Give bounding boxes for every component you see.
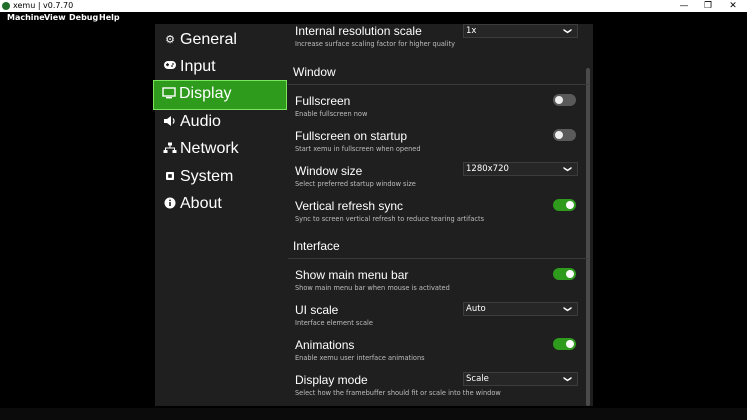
window-size-desc: Select preferred startup window size (295, 180, 416, 188)
sidebar-item-about[interactable]: About (155, 191, 287, 219)
resolution-scale-select[interactable]: 1x ❯ (463, 24, 578, 38)
sidebar-item-display[interactable]: Display (153, 80, 287, 110)
chevron-down-icon: ❯ (563, 375, 573, 383)
resolution-scale-desc: Increase surface scaling factor for high… (295, 40, 456, 48)
title-bar: xemu | v0.7.70 — ❐ ✕ (0, 0, 747, 12)
fullscreen-startup-toggle[interactable] (553, 129, 576, 141)
ui-scale-label: UI scale (295, 303, 339, 317)
menu-view[interactable]: View (44, 12, 66, 24)
sidebar-item-input[interactable]: Input (155, 54, 287, 82)
resolution-scale-value: 1x (466, 26, 477, 36)
fullscreen-label: Fullscreen (295, 94, 351, 108)
main-menu-bar-toggle[interactable] (553, 268, 576, 280)
menu-machine[interactable]: Machine (7, 12, 45, 24)
sidebar-item-system[interactable]: System (155, 164, 287, 192)
ui-scale-select[interactable]: Auto ❯ (463, 302, 578, 316)
fullscreen-toggle[interactable] (553, 94, 576, 106)
section-window-heading: Window (293, 65, 336, 79)
xemu-logo-icon (2, 2, 10, 10)
gamepad-icon (163, 60, 177, 74)
animations-desc: Enable xemu user interface animations (295, 354, 425, 362)
sidebar-item-label: Input (180, 58, 216, 75)
menu-help[interactable]: Help (99, 12, 120, 24)
fullscreen-startup-label: Fullscreen on startup (295, 129, 408, 143)
network-icon (163, 142, 177, 156)
display-mode-select[interactable]: Scale ❯ (463, 372, 578, 386)
display-mode-desc: Select how the framebuffer should fit or… (295, 389, 501, 397)
sidebar-item-label: Display (179, 85, 232, 102)
settings-sidebar: ⚙ General Input Display Audio Network Sy… (153, 24, 287, 406)
window-size-label: Window size (295, 164, 363, 178)
sidebar-item-network[interactable]: Network (155, 136, 287, 164)
main-menu-bar-desc: Show main menu bar when mouse is activat… (295, 284, 450, 292)
ui-scale-value: Auto (466, 304, 486, 314)
display-mode-value: Scale (466, 374, 489, 384)
vsync-label: Vertical refresh sync (295, 199, 404, 213)
animations-label: Animations (295, 338, 355, 352)
monitor-icon (162, 87, 176, 101)
vsync-desc: Sync to screen vertical refresh to reduc… (295, 215, 485, 223)
menu-debug[interactable]: Debug (69, 12, 98, 24)
sidebar-item-label: System (180, 168, 234, 185)
menu-bar: Machine View Debug Help (0, 12, 747, 24)
restore-button[interactable]: ❐ (694, 0, 722, 12)
info-icon (163, 197, 177, 211)
window-title: xemu | v0.7.70 (13, 1, 74, 10)
sidebar-item-label: About (180, 195, 222, 212)
chevron-down-icon: ❯ (563, 27, 573, 35)
speaker-icon (163, 115, 177, 129)
chip-icon (163, 170, 177, 184)
section-divider (288, 84, 588, 85)
sidebar-item-label: Audio (180, 113, 221, 130)
toggle-knob (555, 131, 563, 139)
scrollbar[interactable] (586, 68, 590, 406)
sidebar-item-audio[interactable]: Audio (155, 109, 287, 137)
fullscreen-startup-desc: Start xemu in fullscreen when opened (295, 145, 421, 153)
animations-toggle[interactable] (553, 338, 576, 350)
toggle-knob (566, 201, 574, 209)
close-button[interactable]: ✕ (719, 0, 747, 12)
sidebar-item-label: Network (180, 140, 239, 157)
fullscreen-desc: Enable fullscreen now (295, 110, 368, 118)
main-menu-bar-label: Show main menu bar (295, 268, 409, 282)
resolution-scale-label: Internal resolution scale (295, 24, 422, 38)
sidebar-item-general[interactable]: ⚙ General (155, 27, 287, 55)
vsync-toggle[interactable] (553, 199, 576, 211)
section-interface-heading: Interface (293, 239, 340, 253)
ui-scale-desc: Interface element scale (295, 319, 373, 327)
section-divider (288, 258, 588, 259)
sidebar-item-label: General (180, 31, 237, 48)
toggle-knob (566, 270, 574, 278)
window-size-select[interactable]: 1280x720 ❯ (463, 162, 578, 176)
display-mode-label: Display mode (295, 373, 368, 387)
gear-icon: ⚙ (165, 34, 175, 46)
toggle-knob (555, 96, 563, 104)
status-bar (0, 408, 747, 420)
chevron-down-icon: ❯ (563, 165, 573, 173)
window-size-value: 1280x720 (466, 164, 509, 174)
chevron-down-icon: ❯ (563, 305, 573, 313)
toggle-knob (566, 340, 574, 348)
